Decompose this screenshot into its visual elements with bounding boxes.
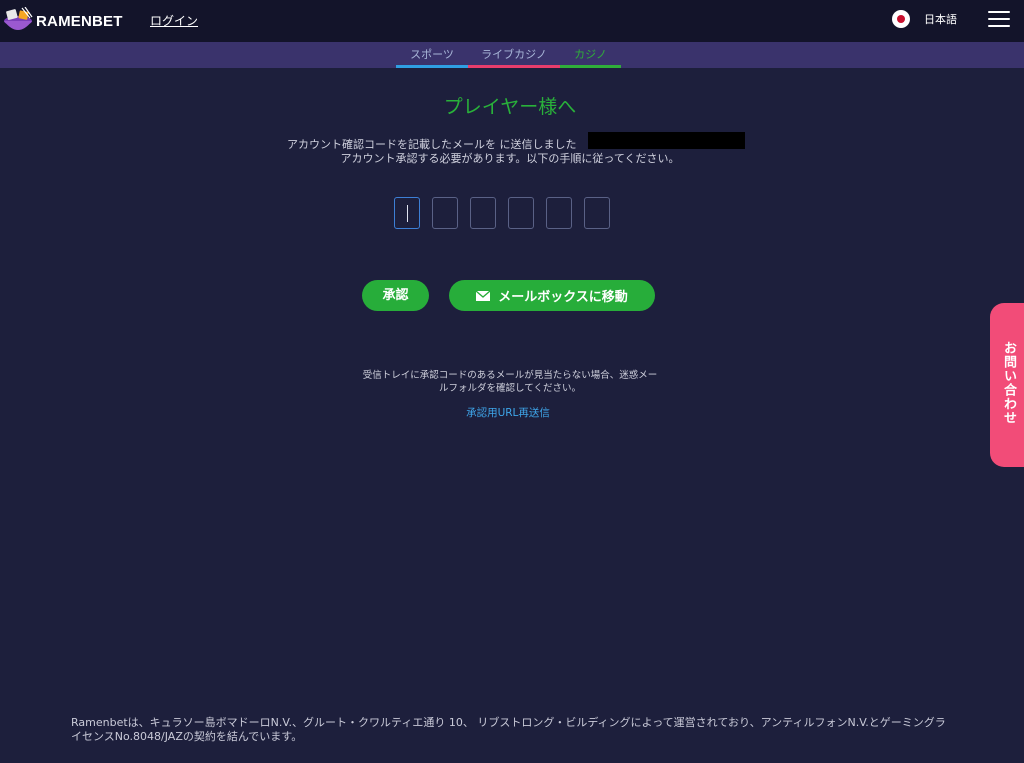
instruction-message: アカウント承認する必要があります。以下の手順に従ってください。: [340, 152, 680, 165]
code-digit-2[interactable]: [432, 197, 458, 229]
brand-name: RAMENBET: [36, 12, 123, 30]
tab-sports[interactable]: スポーツ: [396, 42, 468, 68]
ramen-bowl-logo-icon: [4, 7, 33, 30]
tab-live-casino[interactable]: ライブカジノ: [468, 42, 560, 68]
top-bar: RAMENBET ログイン 日本語: [0, 0, 1024, 42]
go-to-mailbox-button[interactable]: メールボックスに移動: [449, 280, 655, 311]
spam-folder-hint: 受信トレイに承認コードのあるメールが見当たらない場合、迷惑メールフォルダを確認し…: [362, 370, 658, 394]
contact-us-tab[interactable]: お問い合わせ: [990, 303, 1024, 467]
code-digit-1[interactable]: [394, 197, 420, 229]
text-caret: [407, 205, 408, 222]
sub-navigation: スポーツ ライブカジノ カジノ: [0, 42, 1024, 68]
code-digit-4[interactable]: [508, 197, 534, 229]
resend-url-link[interactable]: 承認用URL再送信: [0, 405, 1016, 420]
language-label: 日本語: [924, 13, 957, 26]
footer-legal-text: Ramenbetは、キュラソー島ボマドーロN.V.、グルート・クワルティエ通り …: [71, 716, 946, 743]
envelope-icon: [476, 290, 491, 301]
language-selector[interactable]: 日本語: [892, 10, 957, 28]
approve-button[interactable]: 承認: [362, 280, 429, 311]
code-digit-3[interactable]: [470, 197, 496, 229]
japan-flag-icon: [892, 10, 910, 28]
code-digit-6[interactable]: [584, 197, 610, 229]
tab-casino[interactable]: カジノ: [560, 42, 621, 68]
hamburger-menu-icon[interactable]: [988, 11, 1010, 29]
login-link[interactable]: ログイン: [150, 12, 198, 29]
redacted-email: [588, 132, 745, 149]
go-to-mailbox-label: メールボックスに移動: [498, 290, 628, 305]
verification-code-inputs: [394, 197, 610, 229]
code-digit-5[interactable]: [546, 197, 572, 229]
page-title: プレイヤー様へ: [443, 96, 577, 118]
contact-us-label: お問い合わせ: [1001, 341, 1016, 425]
brand-logo[interactable]: RAMENBET: [2, 6, 123, 36]
